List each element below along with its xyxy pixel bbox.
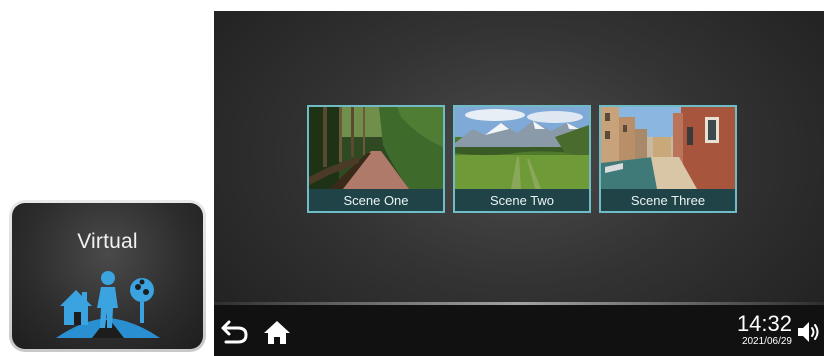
scene-card-three[interactable]: Scene Three bbox=[599, 105, 737, 213]
virtual-mode-tile[interactable]: Virtual bbox=[9, 200, 206, 352]
scene-one-label: Scene One bbox=[309, 189, 443, 211]
speaker-icon[interactable] bbox=[796, 319, 822, 345]
virtual-mode-label: Virtual bbox=[77, 230, 138, 253]
scene-card-one[interactable]: Scene One bbox=[307, 105, 445, 213]
back-arrow-icon[interactable] bbox=[220, 318, 250, 346]
home-icon[interactable] bbox=[262, 318, 292, 346]
canal-street-thumbnail bbox=[601, 107, 735, 189]
scene-three-label: Scene Three bbox=[601, 189, 735, 211]
main-screen: Scene One Scene Two Scene Three 14:32 20… bbox=[214, 11, 824, 356]
clock: 14:32 2021/06/29 bbox=[737, 313, 792, 348]
virtual-mode-tile-face: Virtual bbox=[12, 203, 203, 349]
clock-date: 2021/06/29 bbox=[741, 336, 792, 347]
bottom-bar: 14:32 2021/06/29 bbox=[214, 305, 824, 356]
scene-two-label: Scene Two bbox=[455, 189, 589, 211]
scene-card-two[interactable]: Scene Two bbox=[453, 105, 591, 213]
clock-time: 14:32 bbox=[736, 311, 792, 336]
scene-list: Scene One Scene Two Scene Three bbox=[307, 105, 737, 213]
mountain-meadow-thumbnail bbox=[455, 107, 589, 189]
virtual-walk-icon bbox=[56, 271, 160, 338]
forest-path-thumbnail bbox=[309, 107, 443, 189]
